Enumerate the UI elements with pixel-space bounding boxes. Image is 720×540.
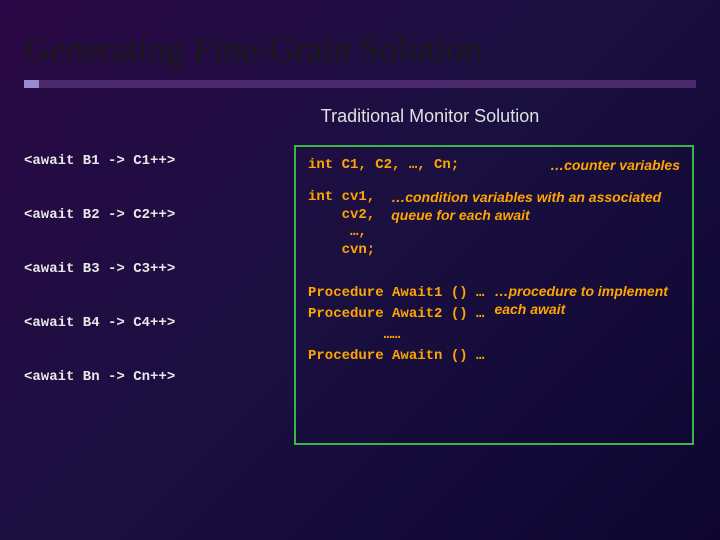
procs-decl: Procedure Await1 () … Procedure Await2 (…: [308, 283, 484, 367]
procs-row: Procedure Await1 () … Procedure Await2 (…: [308, 283, 680, 367]
condvar-comment: …condition variables with an associated …: [391, 189, 680, 224]
title-rule: [24, 80, 696, 88]
await-line: <await B3 -> C3++>: [24, 261, 294, 277]
counter-comment: …counter variables: [534, 157, 680, 173]
title-area: Generating Fine-Grain Solution Tradition…: [0, 0, 720, 135]
counter-row: int C1, C2, …, Cn; …counter variables: [308, 157, 680, 173]
procs-comment: …procedure to implement each await: [494, 283, 680, 318]
await-line: <await B1 -> C1++>: [24, 153, 294, 169]
content-area: <await B1 -> C1++> <await B2 -> C2++> <a…: [0, 135, 720, 455]
await-list: <await B1 -> C1++> <await B2 -> C2++> <a…: [24, 145, 294, 445]
monitor-box: int C1, C2, …, Cn; …counter variables in…: [294, 145, 694, 445]
monitor-column: int C1, C2, …, Cn; …counter variables in…: [294, 145, 710, 445]
condvar-row: int cv1, cv2, …, cvn; …condition variabl…: [308, 189, 680, 259]
counter-decl: int C1, C2, …, Cn;: [308, 157, 459, 173]
await-line: <await B2 -> C2++>: [24, 207, 294, 223]
slide-subtitle: Traditional Monitor Solution: [164, 106, 696, 127]
await-line: <await B4 -> C4++>: [24, 315, 294, 331]
condvar-decl: int cv1, cv2, …, cvn;: [308, 189, 375, 259]
slide-title: Generating Fine-Grain Solution: [24, 28, 696, 70]
await-line: <await Bn -> Cn++>: [24, 369, 294, 385]
